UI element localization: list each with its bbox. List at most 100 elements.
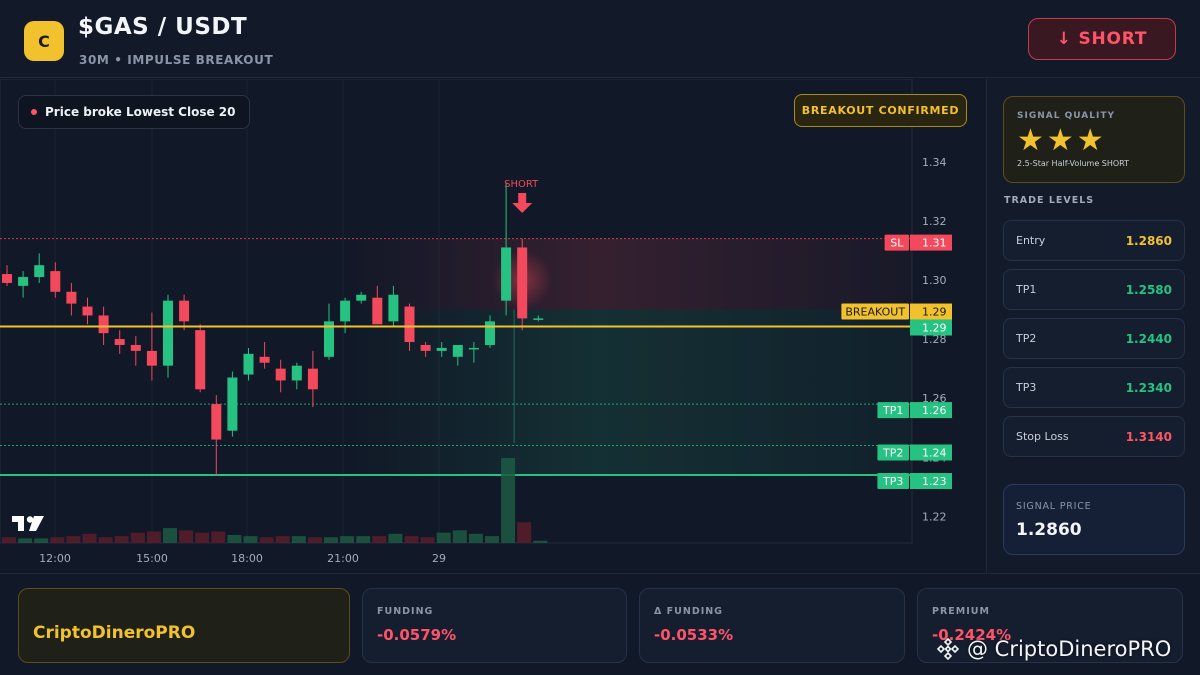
short-button[interactable]: ↓ SHORT [1028, 18, 1176, 60]
signal-quality-label: SIGNAL QUALITY [1017, 111, 1115, 121]
short-marker-label: SHORT [504, 179, 539, 190]
candle-body [517, 247, 528, 319]
level-tag: TP2 1.24 [877, 444, 952, 461]
short-arrow-icon [512, 193, 533, 213]
candle-body [146, 350, 157, 366]
candle-body [66, 291, 77, 304]
price-chart[interactable]: SHORT1.361.341.321.301.281.261.241.2212:… [0, 79, 985, 573]
level-value: 1.2860 [1125, 233, 1172, 248]
volume-bar [356, 536, 371, 543]
level-tag-value: 1.31 [922, 237, 947, 250]
star-rating-icon: ★★★ [1017, 123, 1107, 158]
candle-body [243, 353, 254, 375]
level-row-entry: Entry 1.2860 [1003, 220, 1185, 261]
candle-body [501, 247, 512, 301]
volume-bar [388, 533, 403, 543]
volume-bar [146, 531, 161, 543]
signal-price-card: SIGNAL PRICE 1.2860 [1003, 484, 1185, 555]
stop-loss-zone [340, 238, 912, 310]
candle-body [404, 306, 415, 343]
candle-body [18, 277, 29, 286]
volume-bar [307, 537, 322, 543]
funding-value: -0.0579% [377, 626, 457, 644]
candle-body [211, 404, 222, 440]
candle-body [452, 344, 463, 357]
candle-body [82, 306, 93, 316]
legend-dot-icon [31, 109, 37, 115]
candle-body [98, 315, 109, 334]
volume-bar [517, 522, 532, 543]
legend-text: Price broke Lowest Close 20 [45, 105, 236, 119]
level-row-tp3: TP3 1.2340 [1003, 367, 1185, 408]
level-value: 1.2580 [1125, 282, 1172, 297]
level-name: TP1 [1016, 283, 1037, 296]
candle-body [468, 347, 479, 350]
candle-body [340, 300, 351, 322]
volume-bar [243, 536, 258, 543]
price-tick-label: 1.34 [922, 156, 947, 169]
time-tick-label: 29 [432, 552, 446, 565]
volume-bar [291, 536, 306, 543]
watermark: @ CriptoDineroPRO [936, 634, 1171, 664]
trade-signal-card: C $GAS / USDT 30M • IMPULSE BREAKOUT ↓ S… [0, 0, 1200, 675]
coin-logo-icon: C [24, 21, 64, 61]
level-tag-name: TP3 [882, 475, 903, 488]
candle-body [50, 271, 61, 292]
volume-bar [340, 536, 355, 543]
volume-bar [130, 532, 145, 543]
volume-bar [66, 536, 81, 543]
delta-funding-card: Δ FUNDING -0.0533% [639, 588, 905, 663]
candle-body [307, 368, 318, 390]
candlestick-chart[interactable]: SHORT1.361.341.321.301.281.261.241.2212:… [0, 79, 985, 573]
premium-label: PREMIUM [932, 606, 990, 617]
level-name: TP2 [1016, 332, 1037, 345]
level-tag-value: 1.24 [922, 446, 947, 459]
volume-bar [82, 533, 97, 543]
level-tag-value: 1.26 [922, 404, 947, 417]
funding-card: FUNDING -0.0579% [362, 588, 627, 663]
level-tag-name: TP1 [882, 404, 903, 417]
volume-bar [324, 537, 338, 543]
candle-body [291, 365, 302, 381]
level-tag: TP3 1.23 [877, 473, 952, 490]
volume-bar [211, 531, 226, 543]
breakout-confirmed-badge: BREAKOUT CONFIRMED [794, 94, 967, 127]
brand-name: CriptoDineroPRO [33, 623, 196, 643]
level-name: Entry [1016, 234, 1046, 247]
level-tag-name: TP2 [882, 446, 903, 459]
time-tick-label: 21:00 [327, 552, 359, 565]
candle-body [372, 297, 383, 325]
delta-funding-label: Δ FUNDING [654, 606, 723, 617]
price-tick-label: 1.32 [922, 215, 947, 228]
candle-body [227, 377, 238, 431]
candle-body [485, 321, 495, 345]
time-tick-label: 18:00 [231, 552, 263, 565]
signal-panel: SIGNAL QUALITY ★★★ 2.5-Star Half-Volume … [986, 79, 1200, 573]
volume-bar [34, 538, 49, 543]
funding-label: FUNDING [377, 606, 434, 617]
candle-body [130, 344, 141, 351]
candle-body [259, 356, 270, 363]
brand-card: CriptoDineroPRO [18, 588, 350, 663]
level-name: Stop Loss [1016, 430, 1069, 443]
level-row-tp1: TP1 1.2580 [1003, 269, 1185, 310]
level-value: 1.3140 [1125, 429, 1172, 444]
level-row-stop-loss: Stop Loss 1.3140 [1003, 416, 1185, 457]
level-tag-name: BREAKOUT [845, 306, 905, 319]
volume-bar [259, 537, 274, 543]
binance-logo-icon [936, 637, 960, 661]
candle-body [34, 265, 45, 278]
volume-bar [372, 536, 387, 543]
chart-legend: Price broke Lowest Close 20 [18, 95, 251, 129]
volume-bar [114, 536, 129, 543]
volume-bar [2, 537, 16, 543]
candle-body [420, 344, 431, 351]
volume-bar [533, 540, 548, 543]
volume-bar [275, 536, 290, 543]
volume-bar [163, 528, 177, 543]
header: C $GAS / USDT 30M • IMPULSE BREAKOUT ↓ S… [0, 0, 1200, 78]
volume-bar [227, 534, 242, 543]
candle-body [533, 318, 544, 320]
level-tag-value: 1.29 [922, 306, 947, 319]
candle-body [179, 300, 190, 322]
